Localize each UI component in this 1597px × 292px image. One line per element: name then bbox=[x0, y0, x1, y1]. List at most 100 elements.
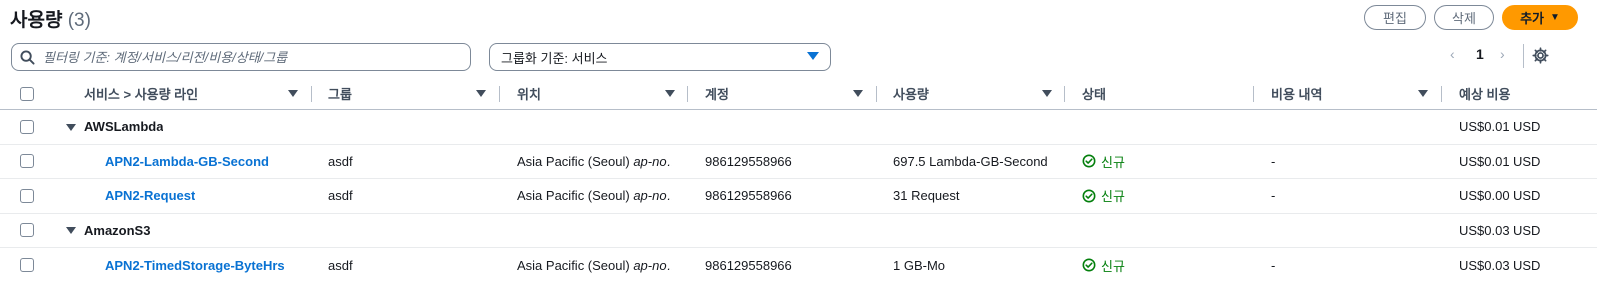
usage-cell: 31 Request bbox=[893, 188, 960, 204]
column-header-location[interactable]: 위치 bbox=[517, 78, 541, 109]
delete-button[interactable]: 삭제 bbox=[1434, 5, 1494, 30]
location-code: ap-no… bbox=[633, 153, 672, 169]
table-row[interactable]: APN2-Lambda-GB-Second asdf Asia Pacific … bbox=[0, 145, 1597, 179]
check-circle-icon bbox=[1082, 154, 1096, 168]
usage-line-link[interactable]: APN2-TimedStorage-ByteHrs bbox=[105, 248, 285, 283]
column-divider[interactable] bbox=[311, 86, 312, 102]
estimated-cost: US$0.00 bbox=[1459, 188, 1510, 204]
search-icon bbox=[20, 49, 35, 65]
usage-line-link[interactable]: APN2-Request bbox=[105, 179, 195, 213]
sort-icon[interactable] bbox=[476, 90, 486, 97]
currency: USD bbox=[1513, 222, 1541, 238]
row-checkbox[interactable] bbox=[20, 223, 34, 238]
groupby-select[interactable]: 그룹화 기준: 서비스 bbox=[489, 43, 831, 71]
filter-input[interactable] bbox=[43, 49, 443, 65]
estimated-cost: US$0.01 bbox=[1459, 119, 1510, 135]
page-header: 사용량 (3) 편집 삭제 추가 ▼ bbox=[0, 0, 1597, 36]
gear-icon[interactable] bbox=[1532, 47, 1549, 64]
estimated-cost: US$0.03 bbox=[1459, 222, 1510, 238]
table-row[interactable]: APN2-TimedStorage-ByteHrs asdf Asia Paci… bbox=[0, 248, 1597, 283]
current-page[interactable]: 1 bbox=[1476, 46, 1484, 62]
status-badge: 신규 bbox=[1082, 179, 1125, 213]
column-header-service[interactable]: 서비스 > 사용량 라인 bbox=[84, 78, 198, 109]
sort-icon[interactable] bbox=[288, 90, 298, 97]
cost-detail-cell: - bbox=[1271, 153, 1276, 169]
add-button-label: 추가 bbox=[1520, 11, 1544, 26]
column-divider[interactable] bbox=[876, 86, 877, 102]
sort-icon[interactable] bbox=[853, 90, 863, 97]
select-all-checkbox[interactable] bbox=[20, 86, 34, 101]
add-button[interactable]: 추가 ▼ bbox=[1502, 5, 1578, 30]
group-cell: asdf bbox=[328, 257, 353, 273]
row-checkbox[interactable] bbox=[20, 188, 34, 203]
usage-table: 서비스 > 사용량 라인 그룹 위치 계정 사용량 상태 비용 내역 예상 비용… bbox=[0, 78, 1597, 283]
sort-icon[interactable] bbox=[1418, 90, 1428, 97]
item-count: (3) bbox=[67, 10, 91, 31]
currency: USD bbox=[1513, 188, 1541, 204]
caret-down-icon bbox=[807, 52, 819, 60]
caret-down-icon[interactable] bbox=[66, 123, 76, 131]
status-text: 신규 bbox=[1101, 258, 1125, 274]
cost-detail-cell: - bbox=[1271, 188, 1276, 204]
page-title: 사용량 (3) bbox=[10, 5, 91, 32]
column-header-status[interactable]: 상태 bbox=[1082, 78, 1106, 109]
group-cell: asdf bbox=[328, 188, 353, 204]
status-text: 신규 bbox=[1101, 154, 1125, 170]
status-badge: 신규 bbox=[1082, 248, 1125, 283]
location-cell: Asia Pacific (Seoul) ap-no… bbox=[517, 179, 672, 213]
groupby-value: 그룹화 기준: 서비스 bbox=[501, 50, 608, 66]
status-text: 신규 bbox=[1101, 189, 1125, 205]
table-row[interactable]: APN2-Request asdf Asia Pacific (Seoul) a… bbox=[0, 179, 1597, 214]
account-cell: 986129558966 bbox=[705, 257, 792, 273]
column-header-group[interactable]: 그룹 bbox=[328, 78, 352, 109]
column-divider[interactable] bbox=[1441, 86, 1442, 102]
column-header-usage[interactable]: 사용량 bbox=[893, 78, 929, 109]
column-divider[interactable] bbox=[687, 86, 688, 102]
column-header-estimated-cost[interactable]: 예상 비용 bbox=[1459, 78, 1510, 109]
currency: USD bbox=[1513, 257, 1541, 273]
cost-detail-cell: - bbox=[1271, 257, 1276, 273]
next-page-button[interactable]: › bbox=[1500, 46, 1505, 62]
prev-page-button[interactable]: ‹ bbox=[1450, 46, 1455, 62]
group-row[interactable]: AmazonS3 US$0.03 USD bbox=[0, 214, 1597, 248]
pagination-divider bbox=[1523, 44, 1524, 68]
usage-cell: 1 GB-Mo bbox=[893, 257, 946, 273]
account-cell: 986129558966 bbox=[705, 188, 792, 204]
row-checkbox[interactable] bbox=[20, 154, 34, 169]
location-name: Asia Pacific (Seoul) bbox=[517, 153, 634, 169]
column-divider[interactable] bbox=[1064, 86, 1065, 102]
location-cell: Asia Pacific (Seoul) ap-no… bbox=[517, 248, 672, 283]
account-cell: 986129558966 bbox=[705, 153, 792, 169]
row-checkbox[interactable] bbox=[20, 119, 34, 134]
group-cell: asdf bbox=[328, 153, 353, 169]
currency: USD bbox=[1513, 153, 1541, 169]
check-circle-icon bbox=[1082, 258, 1096, 272]
currency: USD bbox=[1513, 119, 1541, 135]
location-code: ap-no… bbox=[633, 188, 672, 204]
location-name: Asia Pacific (Seoul) bbox=[517, 257, 634, 273]
edit-button[interactable]: 편집 bbox=[1364, 5, 1426, 30]
usage-line-link[interactable]: APN2-Lambda-GB-Second bbox=[105, 145, 269, 179]
location-code: ap-no… bbox=[633, 257, 672, 273]
caret-down-icon[interactable] bbox=[66, 227, 76, 235]
sort-icon[interactable] bbox=[665, 90, 675, 97]
estimated-cost: US$0.03 bbox=[1459, 257, 1510, 273]
caret-down-icon: ▼ bbox=[1550, 12, 1560, 23]
table-header: 서비스 > 사용량 라인 그룹 위치 계정 사용량 상태 비용 내역 예상 비용 bbox=[0, 78, 1597, 110]
column-divider[interactable] bbox=[1253, 86, 1254, 102]
group-row[interactable]: AWSLambda US$0.01 USD bbox=[0, 110, 1597, 145]
group-service-name: AWSLambda bbox=[84, 119, 164, 135]
column-header-account[interactable]: 계정 bbox=[705, 78, 729, 109]
check-circle-icon bbox=[1082, 189, 1096, 203]
location-cell: Asia Pacific (Seoul) ap-no… bbox=[517, 145, 672, 179]
usage-cell: 697.5 Lambda-GB-Second bbox=[893, 153, 1048, 169]
filter-field[interactable] bbox=[11, 43, 471, 71]
group-service-name: AmazonS3 bbox=[84, 222, 151, 238]
status-badge: 신규 bbox=[1082, 145, 1125, 179]
page-title-text: 사용량 bbox=[10, 10, 63, 31]
column-header-cost-detail[interactable]: 비용 내역 bbox=[1271, 78, 1322, 109]
sort-icon[interactable] bbox=[1042, 90, 1052, 97]
column-divider[interactable] bbox=[499, 86, 500, 102]
row-checkbox[interactable] bbox=[20, 258, 34, 273]
estimated-cost: US$0.01 bbox=[1459, 153, 1510, 169]
